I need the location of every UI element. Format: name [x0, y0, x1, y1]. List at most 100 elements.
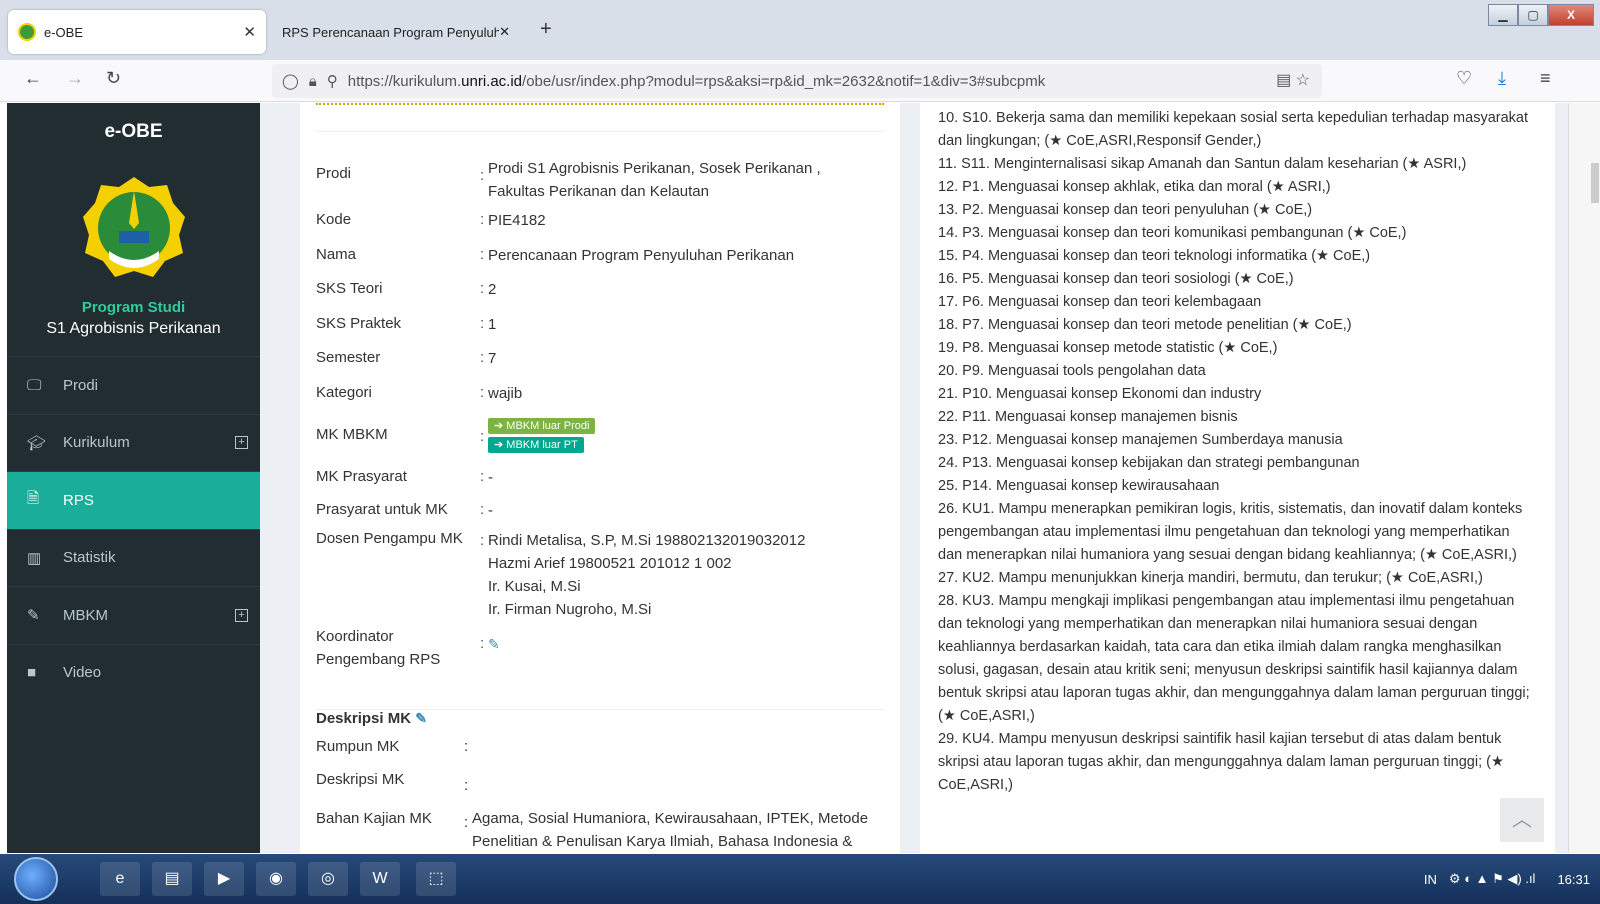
mbkm-luar-pt-badge: ➔ MBKM luar PT	[488, 437, 584, 453]
cpl-item: 14. P3. Menguasai konsep dan teori komun…	[938, 225, 1407, 241]
language-indicator[interactable]: IN	[1424, 872, 1437, 887]
cpl-item: 12. P1. Menguasai konsep akhlak, etika d…	[938, 179, 1331, 195]
address-bar[interactable]: ◯ 🔒︎ ⚲ https://kurikulum.unri.ac.id/obe/…	[272, 64, 1322, 98]
close-window-icon[interactable]: X	[1548, 4, 1594, 26]
nama-label: Nama	[316, 246, 357, 263]
bar-chart-icon: ▥	[27, 549, 42, 567]
kode-label: Kode	[316, 211, 352, 228]
tab-eobe[interactable]: e-OBE ✕	[8, 10, 266, 54]
close-tab-icon[interactable]: ✕	[243, 23, 256, 41]
tab-rps[interactable]: RPS Perencanaan Program Penyuluh ✕	[276, 10, 516, 54]
shield-icon: ◯	[282, 73, 299, 90]
tab-title: e-OBE	[44, 24, 84, 40]
forward-icon[interactable]: →	[66, 68, 84, 89]
menu-icon[interactable]: ≡	[1540, 68, 1551, 89]
expand-icon[interactable]: +	[235, 608, 248, 622]
sidebar-item-label: Video	[63, 664, 102, 682]
cpl-item: 28. KU3. Mampu mengkaji implikasi pengem…	[938, 593, 1530, 724]
lock-icon: 🔒︎	[308, 72, 317, 90]
cpl-item: 17. P6. Menguasai konsep dan teori kelem…	[938, 294, 1262, 310]
media-icon[interactable]: ▶	[204, 862, 244, 896]
window-controls: ▁ ▢ X	[1488, 4, 1594, 26]
back-icon[interactable]: ←	[24, 68, 42, 89]
sidebar: e-OBE Program Studi S1 Agrobisnis Perika…	[7, 103, 260, 853]
dosen-label: Dosen Pengampu MK	[316, 530, 463, 547]
explorer-icon[interactable]: ▤	[152, 862, 192, 896]
cpl-card: 10. S10. Bekerja sama dan memiliki kepek…	[920, 103, 1555, 853]
reader-bookmark-icons[interactable]: ▤ ☆	[1276, 70, 1310, 90]
expand-icon[interactable]: +	[235, 436, 248, 450]
system-tray: IN ⚙ ◐ ▲ ⚑ ◀) .ıl 16:31	[1412, 854, 1590, 904]
bahan-kajian-label: Bahan Kajian MK	[316, 810, 432, 827]
graduation-cap-icon: 🎓︎	[27, 434, 47, 452]
deskripsi-section: Deskripsi MK ✎ Rumpun MK: Deskripsi MK: …	[316, 710, 882, 853]
maximize-icon[interactable]: ▢	[1518, 4, 1548, 26]
download-icon[interactable]: ⤓	[1498, 68, 1506, 89]
sidebar-item-mbkm[interactable]: ✎ MBKM +	[7, 586, 260, 644]
cpl-item: 25. P14. Menguasai konsep kewirausahaan	[938, 478, 1220, 494]
pen-icon: ✎	[27, 607, 40, 625]
unri-favicon-icon	[18, 23, 36, 41]
prasyarat-untuk-label: Prasyarat untuk MK	[316, 501, 448, 518]
prasyarat-untuk-value: -	[488, 502, 493, 519]
video-icon: ■	[27, 664, 37, 682]
cpl-item: 27. KU2. Mampu menunjukkan kinerja mandi…	[938, 570, 1483, 586]
sidebar-item-label: Kurikulum	[63, 434, 130, 452]
sidebar-item-label: MBKM	[63, 606, 108, 624]
sidebar-item-rps[interactable]: 🗎 RPS	[7, 471, 260, 529]
cpl-item: 24. P13. Menguasai konsep kebijakan dan …	[938, 455, 1360, 471]
ie-icon[interactable]: e	[100, 862, 140, 896]
sidebar-item-label: Prodi	[63, 376, 99, 394]
kode-value: PIE4182	[488, 212, 546, 229]
cpl-item: 26. KU1. Mampu menerapkan pemikiran logi…	[938, 501, 1523, 563]
sidebar-item-label: Statistik	[63, 549, 116, 567]
sidebar-item-statistik[interactable]: ▥ Statistik	[7, 528, 260, 587]
tray-icons[interactable]: ⚙ ◐ ▲ ⚑ ◀) .ıl	[1449, 871, 1536, 887]
cpl-item: 19. P8. Menguasai konsep metode statisti…	[938, 340, 1278, 356]
cpl-item: 10. S10. Bekerja sama dan memiliki kepek…	[938, 110, 1528, 149]
sks-praktek-label: SKS Praktek	[316, 315, 402, 332]
reload-icon[interactable]: ↻	[106, 68, 121, 89]
prodi-label: Prodi	[316, 165, 352, 182]
rumpun-label: Rumpun MK	[316, 738, 400, 755]
cpl-item: 16. P5. Menguasai konsep dan teori sosio…	[938, 271, 1294, 287]
minimize-icon[interactable]: ▁	[1488, 4, 1518, 26]
firefox-icon[interactable]: ◉	[256, 862, 296, 896]
scrollbar[interactable]	[1568, 103, 1600, 853]
mbkm-luar-prodi-badge: ➔ MBKM luar Prodi	[488, 418, 596, 434]
clock[interactable]: 16:31	[1557, 872, 1590, 887]
deskripsi-title: Deskripsi MK ✎	[316, 710, 427, 727]
pdf-icon[interactable]: ⬚	[416, 862, 456, 896]
scroll-to-top-button[interactable]: ︿	[1500, 798, 1544, 842]
new-tab-icon[interactable]: +	[540, 18, 552, 41]
word-icon[interactable]: W	[360, 862, 400, 896]
cpl-item: 11. S11. Menginternalisasi sikap Amanah …	[938, 156, 1467, 172]
browser-navbar: ← → ↻ ◯ 🔒︎ ⚲ https://kurikulum.unri.ac.i…	[0, 60, 1600, 102]
sidebar-item-prodi[interactable]: 🖵 Prodi	[7, 356, 260, 414]
nama-value: Perencanaan Program Penyuluhan Perikanan	[488, 247, 795, 264]
cpl-item: 23. P12. Menguasai konsep manajemen Sumb…	[938, 432, 1343, 448]
edit-icon[interactable]: ✎	[488, 636, 500, 652]
chrome-icon[interactable]: ◎	[308, 862, 348, 896]
permissions-icon: ⚲	[326, 73, 338, 90]
mbkm-label: MK MBKM	[316, 426, 388, 443]
kategori-value: wajib	[488, 385, 523, 402]
scroll-thumb[interactable]	[1591, 163, 1599, 203]
close-tab-icon[interactable]: ✕	[499, 24, 510, 40]
mk-prasyarat-value: -	[488, 469, 493, 486]
sidebar-item-kurikulum[interactable]: 🎓︎ Kurikulum +	[7, 413, 260, 472]
sidebar-item-video[interactable]: ■ Video	[7, 643, 260, 702]
edit-icon[interactable]: ✎	[415, 710, 427, 726]
cpl-item: 21. P10. Menguasai konsep Ekonomi dan in…	[938, 386, 1262, 402]
semester-label: Semester	[316, 349, 381, 366]
cpl-item: 15. P4. Menguasai konsep dan teori tekno…	[938, 248, 1371, 264]
monitor-icon: 🖵	[27, 376, 42, 394]
cpl-item: 13. P2. Menguasai konsep dan teori penyu…	[938, 202, 1313, 218]
pocket-icon[interactable]: ♡	[1456, 68, 1472, 89]
mk-prasyarat-label: MK Prasyarat	[316, 468, 407, 485]
start-button[interactable]	[14, 857, 58, 901]
browser-titlebar: e-OBE ✕ RPS Perencanaan Program Penyuluh…	[0, 0, 1600, 60]
cpl-item: 29. KU4. Mampu menyusun deskripsi sainti…	[938, 731, 1504, 793]
semester-value: 7	[488, 350, 497, 367]
sks-teori-value: 2	[488, 281, 497, 298]
